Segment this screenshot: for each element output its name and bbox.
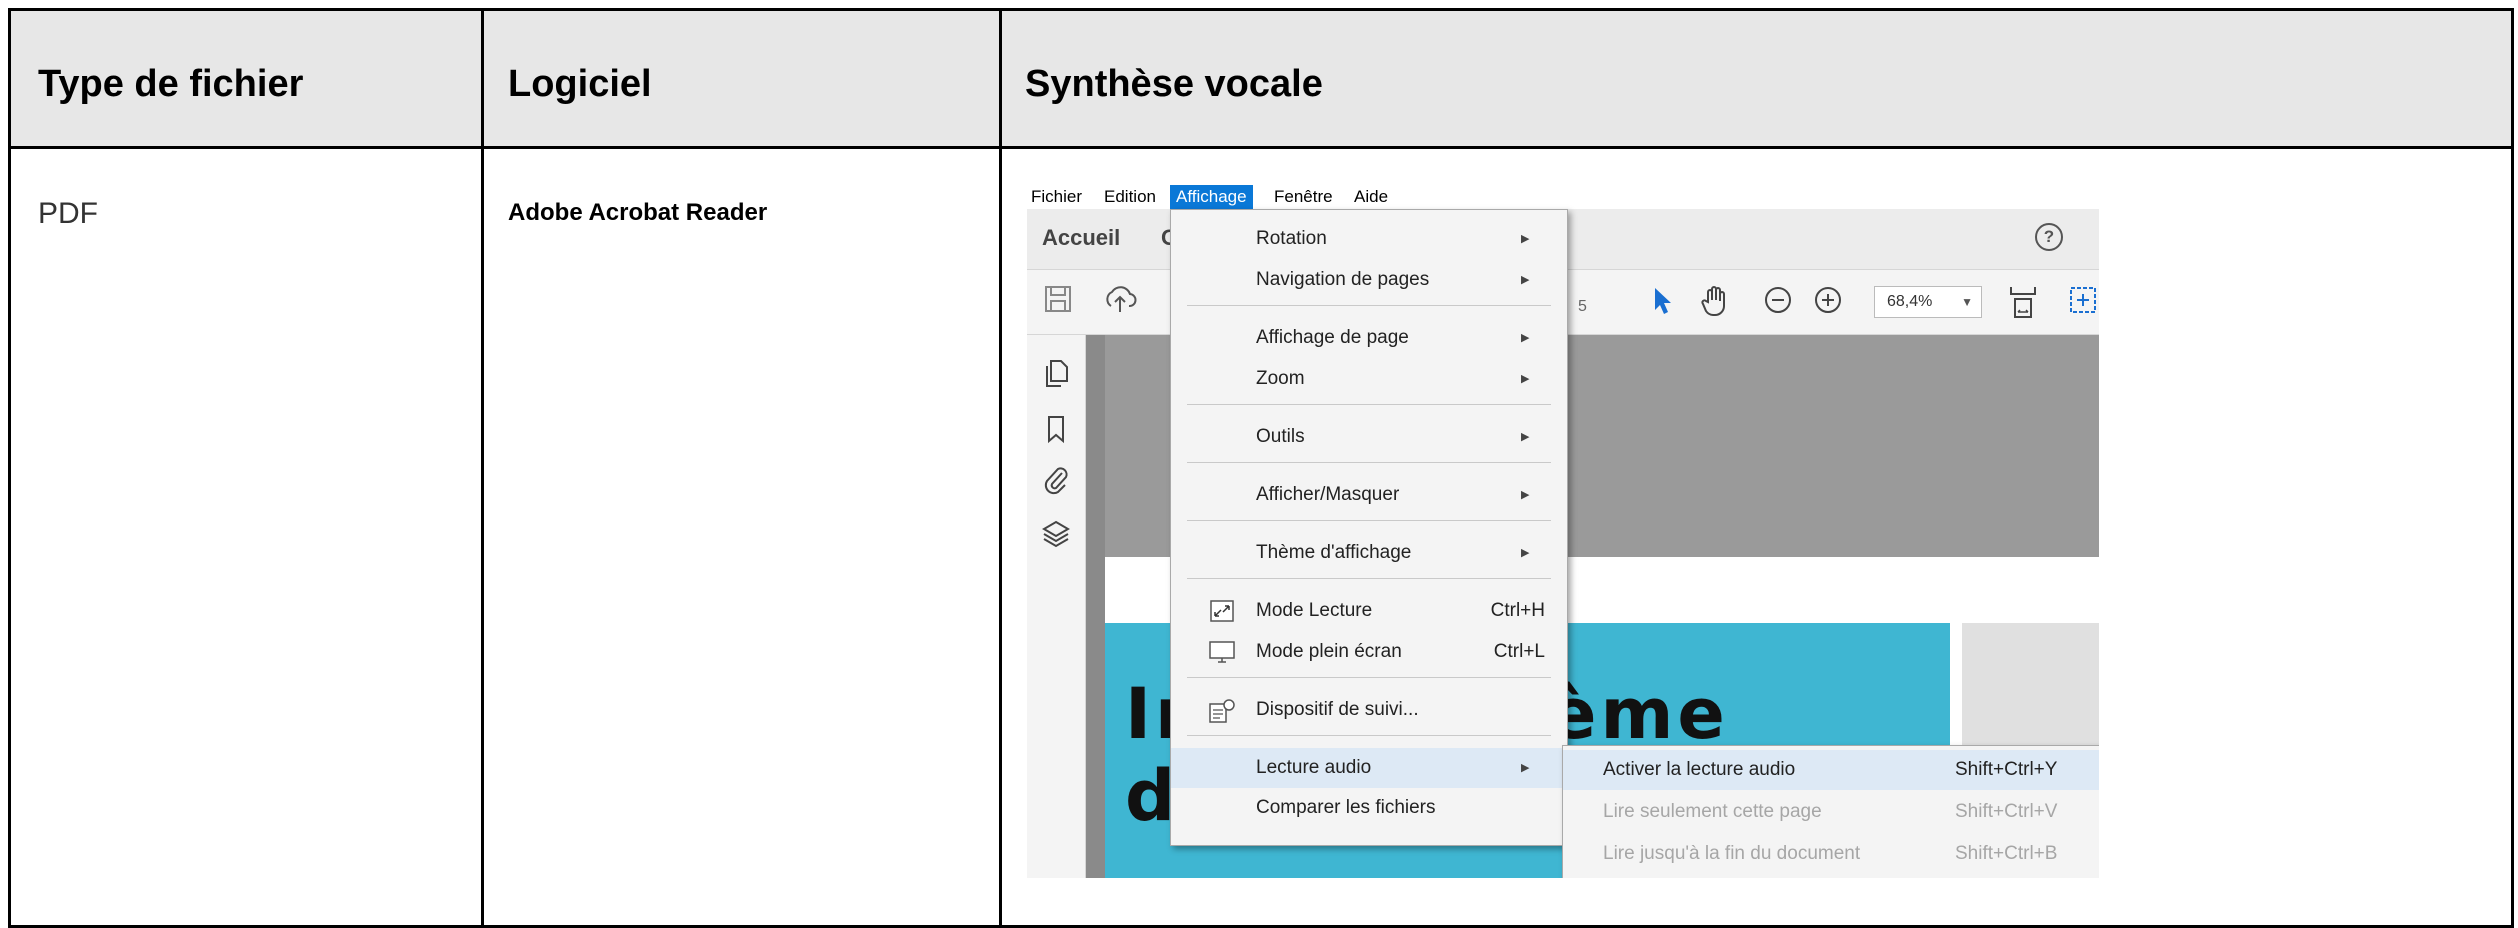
menu-item-shortcut: Ctrl+L xyxy=(1493,641,1545,662)
menu-separator xyxy=(1187,305,1551,306)
submenu-item-label: Lire jusqu'à la fin du document xyxy=(1603,843,1861,864)
cell-file-type: PDF xyxy=(38,197,98,230)
zoom-select[interactable]: 68,4% ▼ xyxy=(1874,286,1982,318)
menu-fenetre[interactable]: Fenêtre xyxy=(1274,185,1333,209)
hand-tool-icon[interactable] xyxy=(1699,284,1733,326)
submenu-arrow-icon: ▶ xyxy=(1521,373,1530,385)
submenu-item-shortcut: Shift+Ctrl+V xyxy=(1955,801,2058,822)
menu-item-label: Mode Lecture xyxy=(1256,600,1373,621)
header-text-to-speech: Synthèse vocale xyxy=(1025,63,1323,105)
menu-separator xyxy=(1187,520,1551,521)
submenu-item-read-to-end: Lire jusqu'à la fin du document Shift+Ct… xyxy=(1563,834,2099,874)
cell-software: Adobe Acrobat Reader xyxy=(508,199,768,226)
menu-item-label: Outils xyxy=(1256,426,1305,447)
menu-item-page-display[interactable]: Affichage de page ▶ xyxy=(1171,320,1567,356)
document-title-line2: d xyxy=(1125,755,1176,837)
reading-mode-icon xyxy=(1208,599,1236,623)
menu-separator xyxy=(1187,404,1551,405)
zoom-in-icon[interactable] xyxy=(1812,284,1844,324)
table-header-row: Type de fichier Logiciel Synthèse vocale xyxy=(11,11,2511,146)
submenu-item-label: Lire seulement cette page xyxy=(1603,801,1822,822)
chevron-down-icon: ▼ xyxy=(1961,295,1973,309)
menu-aide[interactable]: Aide xyxy=(1354,185,1388,209)
menu-item-label: Afficher/Masquer xyxy=(1256,484,1400,505)
column-divider xyxy=(481,11,484,925)
menu-item-theme[interactable]: Thème d'affichage ▶ xyxy=(1171,535,1567,571)
header-file-type: Type de fichier xyxy=(38,63,304,105)
page-number: 5 xyxy=(1578,298,1587,315)
submenu-item-label: Activer la lecture audio xyxy=(1603,759,1796,780)
submenu-item-activate-read-aloud[interactable]: Activer la lecture audio Shift+Ctrl+Y xyxy=(1563,750,2099,790)
menu-item-compare[interactable]: Comparer les fichiers xyxy=(1171,790,1567,826)
menu-item-label: Zoom xyxy=(1256,368,1305,389)
menu-item-label: Affichage de page xyxy=(1256,327,1409,348)
header-divider xyxy=(11,146,2511,149)
fullscreen-icon xyxy=(1208,640,1236,664)
submenu-arrow-icon: ▶ xyxy=(1521,233,1530,245)
submenu-arrow-icon: ▶ xyxy=(1521,332,1530,344)
menu-item-read-aloud[interactable]: Lecture audio ▶ xyxy=(1171,748,1567,788)
submenu-arrow-icon: ▶ xyxy=(1521,274,1530,286)
menu-item-label: Navigation de pages xyxy=(1256,269,1430,290)
menu-item-label: Thème d'affichage xyxy=(1256,542,1412,563)
submenu-arrow-icon: ▶ xyxy=(1521,547,1530,559)
submenu-arrow-icon: ▶ xyxy=(1521,489,1530,501)
menu-item-tools[interactable]: Outils ▶ xyxy=(1171,419,1567,455)
attachment-icon[interactable] xyxy=(1041,463,1071,502)
menu-separator xyxy=(1187,462,1551,463)
zoom-value: 68,4% xyxy=(1887,293,1933,310)
affichage-dropdown: Rotation ▶ Navigation de pages ▶ Afficha… xyxy=(1170,209,1568,846)
read-aloud-submenu: Activer la lecture audio Shift+Ctrl+Y Li… xyxy=(1562,745,2099,878)
acrobat-screenshot: Im lu système d Fichier Edition Affichag… xyxy=(1027,185,2099,878)
fit-page-icon[interactable] xyxy=(2007,284,2039,328)
menu-item-label: Lecture audio xyxy=(1256,757,1372,778)
menu-item-label: Comparer les fichiers xyxy=(1256,797,1436,818)
bookmark-icon[interactable] xyxy=(1041,413,1071,452)
select-cursor-icon[interactable] xyxy=(1649,284,1675,324)
menu-item-navigation[interactable]: Navigation de pages ▶ xyxy=(1171,262,1567,298)
help-icon[interactable]: ? xyxy=(2035,223,2063,251)
save-icon[interactable] xyxy=(1043,284,1073,322)
menu-separator xyxy=(1187,735,1551,736)
menu-affichage[interactable]: Affichage xyxy=(1170,185,1253,209)
menu-item-label: Dispositif de suivi... xyxy=(1256,699,1419,720)
menu-item-reading-mode[interactable]: Mode Lecture Ctrl+H xyxy=(1171,593,1567,629)
submenu-arrow-icon: ▶ xyxy=(1521,431,1530,443)
menu-edition[interactable]: Edition xyxy=(1104,185,1156,209)
menu-bar: Fichier Edition Affichage Fenêtre Aide xyxy=(1027,185,2099,209)
menu-item-zoom[interactable]: Zoom ▶ xyxy=(1171,361,1567,397)
page-gutter xyxy=(1085,335,1105,878)
left-sidebar xyxy=(1027,335,1086,878)
zoom-out-icon[interactable] xyxy=(1762,284,1794,324)
menu-item-rotation[interactable]: Rotation ▶ xyxy=(1171,221,1567,257)
submenu-item-read-page: Lire seulement cette page Shift+Ctrl+V xyxy=(1563,792,2099,832)
pages-icon[interactable] xyxy=(1041,357,1071,396)
menu-item-show-hide[interactable]: Afficher/Masquer ▶ xyxy=(1171,477,1567,513)
menu-item-label: Mode plein écran xyxy=(1256,641,1402,662)
header-software: Logiciel xyxy=(508,63,652,105)
menu-item-fullscreen[interactable]: Mode plein écran Ctrl+L xyxy=(1171,634,1567,670)
menu-item-label: Rotation xyxy=(1256,228,1327,249)
submenu-item-shortcut: Shift+Ctrl+B xyxy=(1955,843,2058,864)
submenu-item-shortcut: Shift+Ctrl+Y xyxy=(1955,759,2058,780)
menu-item-tracker[interactable]: Dispositif de suivi... xyxy=(1171,692,1567,728)
tracker-icon xyxy=(1208,698,1236,723)
menu-separator xyxy=(1187,578,1551,579)
menu-separator xyxy=(1187,677,1551,678)
menu-item-shortcut: Ctrl+H xyxy=(1490,600,1545,621)
tab-accueil[interactable]: Accueil xyxy=(1042,225,1120,251)
menu-fichier[interactable]: Fichier xyxy=(1031,185,1082,209)
upload-cloud-icon[interactable] xyxy=(1103,284,1137,322)
column-divider xyxy=(999,11,1002,925)
layers-icon[interactable] xyxy=(1041,517,1071,556)
marquee-zoom-icon[interactable] xyxy=(2067,284,2097,324)
submenu-arrow-icon: ▶ xyxy=(1521,762,1530,774)
